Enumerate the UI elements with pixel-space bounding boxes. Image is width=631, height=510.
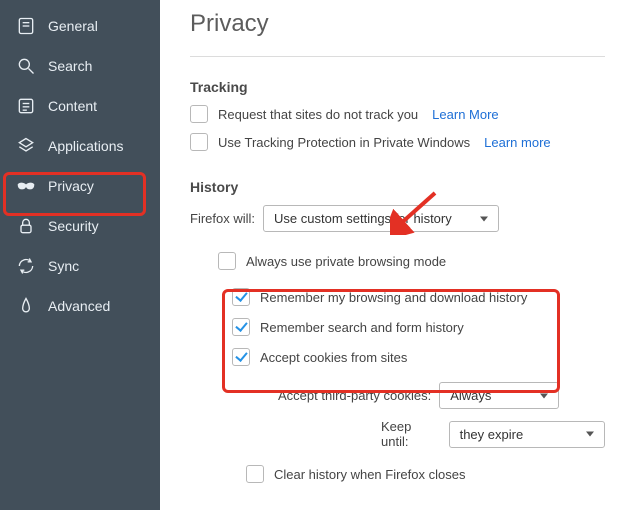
history-heading: History <box>190 179 605 195</box>
third-party-select[interactable]: Always <box>439 382 559 409</box>
sidebar: General Search Content Applications Priv… <box>0 0 160 510</box>
tracking-protection-learn-link[interactable]: Learn more <box>484 135 550 150</box>
page-title: Privacy <box>190 10 605 38</box>
private-mode-row: Always use private browsing mode <box>218 252 605 270</box>
clear-on-close-checkbox[interactable] <box>246 465 264 483</box>
private-mode-label: Always use private browsing mode <box>246 254 446 269</box>
chevron-down-icon <box>540 393 548 398</box>
private-mode-checkbox[interactable] <box>218 252 236 270</box>
remember-browsing-label: Remember my browsing and download histor… <box>260 290 527 305</box>
search-icon <box>16 56 36 76</box>
tracking-heading: Tracking <box>190 79 605 95</box>
content-icon <box>16 96 36 116</box>
do-not-track-row: Request that sites do not track you Lear… <box>190 105 605 123</box>
third-party-label: Accept third-party cookies: <box>278 388 431 403</box>
firefox-will-value: Use custom settings for history <box>274 211 452 226</box>
chevron-down-icon <box>586 432 594 437</box>
third-party-value: Always <box>450 388 491 403</box>
firefox-will-row: Firefox will: Use custom settings for hi… <box>190 205 605 232</box>
do-not-track-checkbox[interactable] <box>190 105 208 123</box>
sidebar-item-sync[interactable]: Sync <box>0 246 160 286</box>
sidebar-item-search[interactable]: Search <box>0 46 160 86</box>
history-options-group: Remember my browsing and download histor… <box>222 280 605 378</box>
sidebar-item-security[interactable]: Security <box>0 206 160 246</box>
applications-icon <box>16 136 36 156</box>
remember-browsing-checkbox[interactable] <box>232 288 250 306</box>
chevron-down-icon <box>480 216 488 221</box>
sync-icon <box>16 256 36 276</box>
keep-until-value: they expire <box>460 427 524 442</box>
firefox-will-select[interactable]: Use custom settings for history <box>263 205 499 232</box>
sidebar-item-privacy[interactable]: Privacy <box>0 166 160 206</box>
sidebar-item-label: Advanced <box>48 298 110 314</box>
sidebar-item-label: Privacy <box>48 178 94 194</box>
remember-search-row: Remember search and form history <box>232 318 595 336</box>
remember-search-label: Remember search and form history <box>260 320 464 335</box>
sidebar-item-applications[interactable]: Applications <box>0 126 160 166</box>
privacy-mask-icon <box>16 176 36 196</box>
tracking-protection-row: Use Tracking Protection in Private Windo… <box>190 133 605 151</box>
remember-search-checkbox[interactable] <box>232 318 250 336</box>
keep-until-row: Keep until: they expire <box>278 419 605 449</box>
clear-on-close-row: Clear history when Firefox closes <box>246 465 605 483</box>
remember-browsing-row: Remember my browsing and download histor… <box>232 288 595 306</box>
divider <box>190 56 605 57</box>
clear-on-close-label: Clear history when Firefox closes <box>274 467 465 482</box>
keep-until-label: Keep until: <box>381 419 441 449</box>
keep-until-select[interactable]: they expire <box>449 421 605 448</box>
accept-cookies-row: Accept cookies from sites <box>232 348 595 366</box>
sidebar-item-label: Content <box>48 98 97 114</box>
tracking-protection-label: Use Tracking Protection in Private Windo… <box>218 135 470 150</box>
sidebar-item-general[interactable]: General <box>0 6 160 46</box>
general-icon <box>16 16 36 36</box>
third-party-row: Accept third-party cookies: Always <box>278 382 605 409</box>
advanced-icon <box>16 296 36 316</box>
sidebar-item-label: Search <box>48 58 92 74</box>
lock-icon <box>16 216 36 236</box>
sidebar-item-label: General <box>48 18 98 34</box>
sidebar-item-advanced[interactable]: Advanced <box>0 286 160 326</box>
main-panel: Privacy Tracking Request that sites do n… <box>160 0 631 510</box>
accept-cookies-label: Accept cookies from sites <box>260 350 407 365</box>
sidebar-item-label: Security <box>48 218 99 234</box>
do-not-track-label: Request that sites do not track you <box>218 107 418 122</box>
tracking-protection-checkbox[interactable] <box>190 133 208 151</box>
accept-cookies-checkbox[interactable] <box>232 348 250 366</box>
sidebar-item-label: Sync <box>48 258 79 274</box>
sidebar-item-label: Applications <box>48 138 124 154</box>
firefox-will-label: Firefox will: <box>190 211 255 226</box>
sidebar-item-content[interactable]: Content <box>0 86 160 126</box>
do-not-track-learn-link[interactable]: Learn More <box>432 107 498 122</box>
